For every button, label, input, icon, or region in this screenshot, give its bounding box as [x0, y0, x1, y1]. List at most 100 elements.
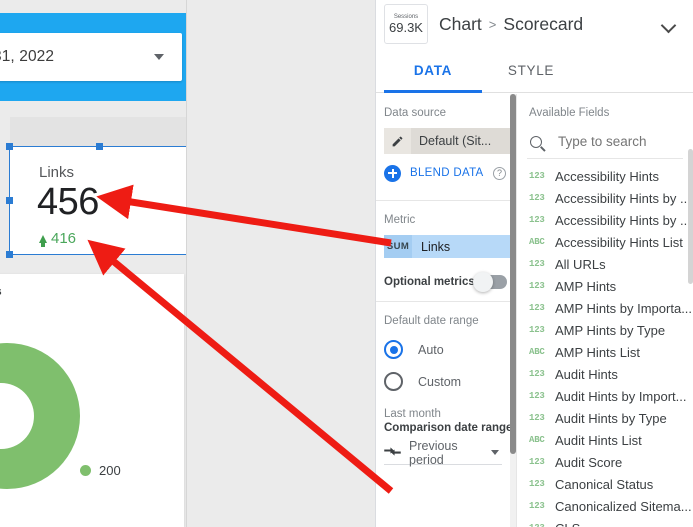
field-row[interactable]: ABC Accessibility Hints List — [517, 231, 693, 253]
field-row[interactable]: 123 Audit Score — [517, 451, 693, 473]
field-row[interactable]: 123 AMP Hints by Importa... — [517, 297, 693, 319]
number-type-icon: 123 — [529, 501, 545, 511]
field-name: Canonical Status — [555, 476, 654, 492]
text-type-icon: ABC — [529, 347, 545, 357]
field-name: Audit Score — [555, 454, 623, 470]
number-type-icon: 123 — [529, 281, 545, 291]
field-row[interactable]: 123CLS — [517, 517, 693, 527]
donut-chart-hole — [0, 383, 34, 449]
last-month-note: Last month — [384, 408, 441, 420]
fields-scrollbar-thumb[interactable] — [688, 149, 693, 284]
scorecard-comparison: 416 — [39, 230, 76, 247]
field-row[interactable]: 123 Audit Hints by Type — [517, 407, 693, 429]
field-row[interactable]: 123 Canonical Status — [517, 473, 693, 495]
field-row[interactable]: 123 AMP Hints — [517, 275, 693, 297]
field-row[interactable]: 123 Audit Hints — [517, 363, 693, 385]
date-range-custom-label: Custom — [418, 374, 462, 389]
field-name: AMP Hints by Type — [555, 322, 666, 338]
number-type-icon: 123 — [529, 215, 545, 225]
donut-chart-ring — [0, 343, 80, 489]
breadcrumb-separator: > — [488, 16, 497, 32]
number-type-icon: 123 — [529, 325, 545, 335]
tab-style-label: STYLE — [507, 62, 555, 78]
field-name: Audit Hints List — [555, 432, 642, 448]
field-row[interactable]: 123 All URLs — [517, 253, 693, 275]
date-range-section: Default date range Auto Custom Last mont… — [376, 315, 516, 467]
field-row[interactable]: ABC Audit Hints List — [517, 429, 693, 451]
data-source-chip[interactable]: Default (Sit... — [384, 128, 513, 154]
legend-label: 200 — [99, 463, 121, 478]
date-range-value: ay 31, 2022 — [0, 48, 55, 65]
field-row[interactable]: 123 Audit Hints by Import... — [517, 385, 693, 407]
legend-swatch — [80, 465, 91, 476]
compare-arrows-icon — [384, 445, 404, 460]
thumbnail-metric-value: 69.3K — [389, 20, 423, 35]
chart-thumbnail: Sessions 69.3K — [384, 4, 428, 44]
field-name: AMP Hints by Importa... — [555, 300, 693, 316]
field-name: Audit Hints — [555, 366, 618, 382]
optional-metrics-row: Optional metrics — [384, 272, 513, 292]
number-type-icon: 123 — [529, 259, 545, 269]
scorecard-value: 456 — [37, 181, 99, 223]
optional-metrics-toggle[interactable] — [473, 272, 507, 292]
number-type-icon: 123 — [529, 193, 545, 203]
field-row[interactable]: 123 Accessibility Hints — [517, 165, 693, 187]
pencil-icon[interactable] — [384, 128, 411, 154]
number-type-icon: 123 — [529, 523, 555, 527]
section-divider — [376, 200, 516, 201]
fields-scrollbar[interactable] — [688, 149, 693, 527]
field-row[interactable]: 123 Canonicalized Sitema... — [517, 495, 693, 517]
date-range-option-auto[interactable]: Auto — [384, 340, 516, 359]
caret-down-icon — [154, 54, 164, 60]
available-fields-column: Available Fields 123Accessibility Hints1… — [516, 94, 693, 527]
text-type-icon: ABC — [529, 237, 545, 247]
data-source-name: Default (Sit... — [419, 134, 492, 148]
breadcrumb-parent[interactable]: Chart — [439, 14, 482, 35]
date-range-option-custom[interactable]: Custom — [384, 372, 516, 391]
tab-style[interactable]: STYLE — [482, 48, 580, 92]
canvas-edge-divider — [186, 0, 187, 527]
canvas-gutter — [186, 0, 375, 527]
number-type-icon: 123 — [529, 369, 545, 379]
chevron-down-icon[interactable] — [662, 18, 675, 31]
radio-custom-icon[interactable] — [384, 372, 403, 391]
panel-header: Sessions 69.3K Chart > Scorecard — [376, 0, 693, 48]
donut-chart-widget[interactable]: s 200 — [0, 274, 184, 527]
number-type-icon: 123 — [529, 413, 545, 423]
scorecard-widget[interactable]: Links 456 416 — [10, 147, 190, 254]
breadcrumb: Chart > Scorecard — [439, 14, 662, 35]
field-row[interactable]: 123 Accessibility Hints by ... — [517, 187, 693, 209]
field-name: Accessibility Hints by ... — [555, 212, 691, 228]
help-icon[interactable]: ? — [493, 166, 506, 180]
fields-search-row[interactable] — [527, 125, 693, 159]
comparison-date-range-value: Previous period — [409, 438, 458, 467]
field-row[interactable]: 123 Accessibility Hints by ... — [517, 209, 693, 231]
field-row[interactable]: 123 AMP Hints by Type — [517, 319, 693, 341]
plus-circle-icon — [384, 164, 401, 182]
field-name: Audit Hints by Import... — [555, 388, 687, 404]
data-config-column: Data source Default (Sit... BLEND DATA ? — [376, 94, 516, 527]
tab-data[interactable]: DATA — [384, 48, 482, 93]
number-type-icon: 123 — [529, 303, 545, 313]
date-range-picker[interactable]: ay 31, 2022 — [0, 33, 182, 81]
search-input[interactable] — [558, 134, 693, 149]
field-row[interactable]: ABC AMP Hints List — [517, 341, 693, 363]
search-icon — [530, 135, 542, 148]
blend-data-row[interactable]: BLEND DATA ? — [384, 158, 513, 188]
default-date-range-title: Default date range — [384, 315, 479, 327]
comparison-date-range-select[interactable]: Previous period — [384, 438, 502, 467]
metric-aggregation-badge[interactable]: SUM — [384, 235, 412, 258]
tab-data-label: DATA — [413, 62, 453, 78]
data-source-section: Data source Default (Sit... BLEND DATA ? — [376, 107, 516, 188]
scorecard-label: Links — [39, 164, 75, 181]
date-range-auto-label: Auto — [418, 342, 444, 357]
field-name: CLS — [555, 521, 580, 527]
metric-chip-links[interactable]: SUM Links — [384, 235, 513, 258]
radio-auto-icon[interactable] — [384, 340, 403, 359]
panel-body: Data source Default (Sit... BLEND DATA ? — [376, 94, 693, 527]
metric-title: Metric — [384, 214, 416, 226]
metric-chip-label: Links — [421, 239, 451, 254]
field-name: Canonicalized Sitema... — [555, 498, 692, 514]
field-name: AMP Hints List — [555, 344, 641, 360]
available-fields-list: 123 Accessibility Hints 123 Accessibility H… — [517, 165, 693, 527]
